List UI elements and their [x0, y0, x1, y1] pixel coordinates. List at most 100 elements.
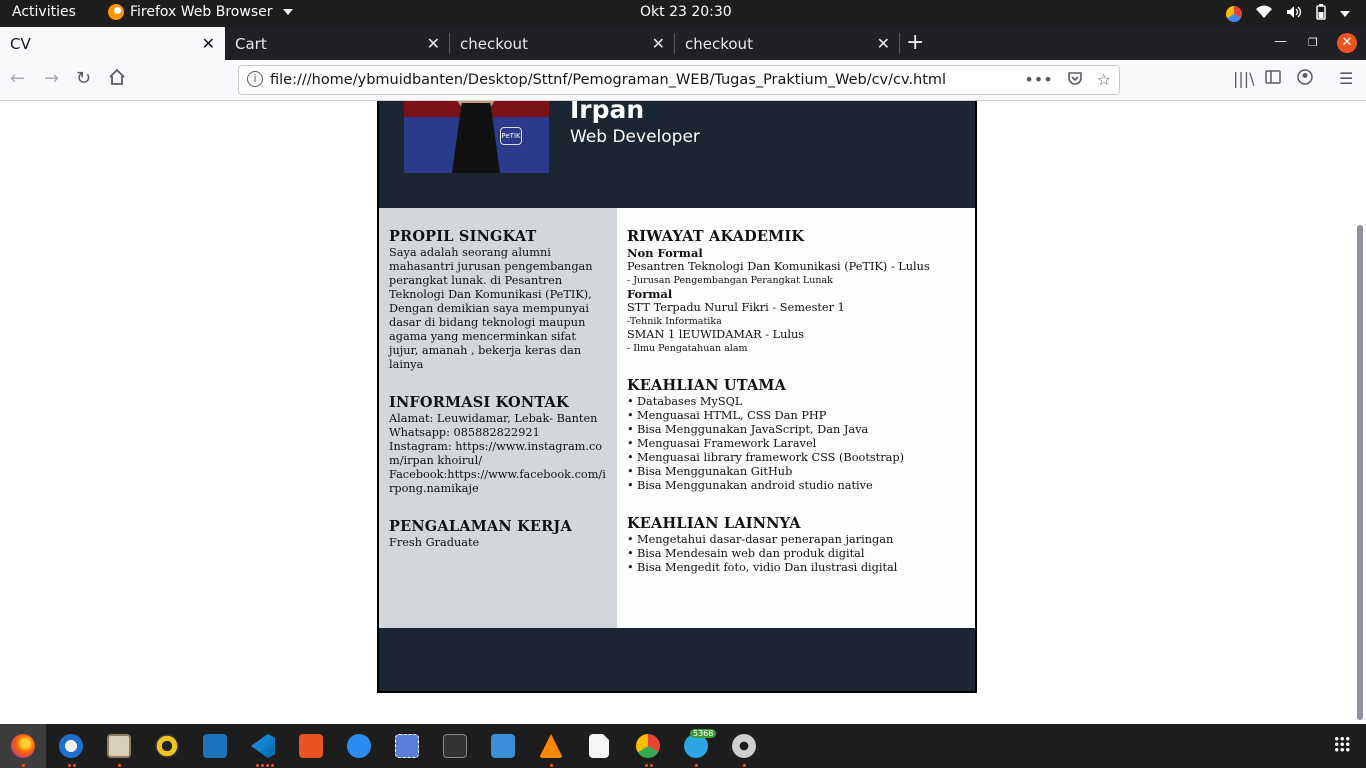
- cv-right-column: RIWAYAT AKADEMIK Non Formal Pesantren Te…: [617, 208, 975, 628]
- text-file-icon[interactable]: [589, 734, 609, 758]
- section-title: PENGALAMAN KERJA: [389, 518, 572, 535]
- experience-section: PENGALAMAN KERJA Fresh Graduate: [389, 518, 607, 550]
- list-item: Bisa Mendesain web dan produk digital: [627, 547, 965, 561]
- contact-facebook: Facebook:https://www.facebook.com/irpong…: [389, 468, 606, 495]
- show-applications-icon[interactable]: [1334, 736, 1350, 752]
- tab-cv[interactable]: CV ✕: [0, 27, 225, 60]
- running-dot: [118, 764, 121, 767]
- software-center-icon[interactable]: [299, 734, 323, 758]
- tab-cart[interactable]: Cart ✕: [225, 27, 450, 60]
- list-item: Bisa Menggunakan GitHub: [627, 465, 965, 479]
- app-menu-label: Firefox Web Browser: [130, 4, 273, 20]
- profile-text: Saya adalah seorang alumni mahasantri ju…: [389, 246, 593, 371]
- vscode-icon[interactable]: [251, 734, 275, 758]
- home-icon[interactable]: [108, 68, 126, 91]
- hamburger-menu-icon[interactable]: ☰: [1339, 69, 1353, 88]
- list-item: Mengetahui dasar-dasar penerapan jaringa…: [627, 533, 965, 547]
- account-icon[interactable]: [1297, 69, 1313, 89]
- running-dot: [261, 764, 264, 767]
- writer-icon[interactable]: [203, 734, 227, 758]
- firefox-icon[interactable]: [11, 734, 35, 758]
- cv-role: Web Developer: [570, 127, 700, 147]
- minimize-icon[interactable]: —: [1274, 34, 1287, 49]
- running-dot: [68, 764, 71, 767]
- nonformal-major: - Jurusan Pengembangan Perangkat Lunak: [627, 275, 833, 286]
- maximize-icon[interactable]: ❐: [1308, 36, 1318, 49]
- help-icon[interactable]: [347, 734, 371, 758]
- tab-title: checkout: [685, 35, 753, 53]
- volume-icon: [1286, 5, 1302, 23]
- list-item: Bisa Mengedit foto, vidio Dan ilustrasi …: [627, 561, 965, 575]
- list-item: Menguasai Framework Laravel: [627, 437, 965, 451]
- settings-icon[interactable]: [732, 734, 756, 758]
- system-tray[interactable]: [1226, 4, 1350, 24]
- site-info-icon[interactable]: i: [247, 71, 263, 87]
- running-dot: [650, 764, 653, 767]
- section-title: RIWAYAT AKADEMIK: [627, 228, 805, 245]
- library-icon[interactable]: |||\: [1233, 69, 1255, 88]
- url-bar[interactable]: i file:///home/ybmuidbanten/Desktop/Sttn…: [238, 65, 1120, 95]
- app-menu[interactable]: Firefox Web Browser: [108, 4, 293, 20]
- nonformal-label: Non Formal: [627, 246, 703, 260]
- tab-checkout-2[interactable]: checkout ✕: [675, 27, 900, 60]
- list-item: Databases MySQL: [627, 395, 965, 409]
- vlc-icon[interactable]: [539, 734, 563, 758]
- terminal-icon[interactable]: [443, 734, 467, 758]
- screenshot-icon[interactable]: [395, 734, 419, 758]
- files-icon[interactable]: [107, 734, 131, 758]
- close-icon[interactable]: ✕: [202, 34, 215, 53]
- profile-photo: PeTIK: [404, 101, 549, 173]
- new-tab-plus-icon[interactable]: +: [906, 30, 924, 55]
- activities-button[interactable]: Activities: [12, 4, 76, 20]
- running-dot: [73, 764, 76, 767]
- page-content: PeTIK Irpan Web Developer PROPIL SINGKAT…: [0, 101, 1366, 724]
- petik-logo: PeTIK: [500, 127, 522, 145]
- formal-school-2: SMAN 1 lEUWIDAMAR - Lulus: [627, 328, 805, 341]
- tab-title: checkout: [460, 35, 528, 53]
- clock[interactable]: Okt 23 20:30: [640, 4, 732, 20]
- running-dot: [271, 764, 274, 767]
- formal-school-1: STT Terpadu Nurul Fikri - Semester 1: [627, 301, 845, 314]
- section-title: PROPIL SINGKAT: [389, 228, 537, 245]
- url-text[interactable]: file:///home/ybmuidbanten/Desktop/Sttnf/…: [270, 72, 946, 88]
- tab-checkout[interactable]: checkout ✕: [450, 27, 675, 60]
- running-dot: [645, 764, 648, 767]
- list-item: Menguasai library framework CSS (Bootstr…: [627, 451, 965, 465]
- back-arrow-icon[interactable]: ←: [10, 68, 25, 89]
- formal-major-2: - Ilmu Pengatahuan alam: [627, 343, 748, 354]
- window-close-icon[interactable]: ✕: [1337, 33, 1357, 53]
- cv-footer: [379, 628, 975, 691]
- chevron-down-icon: [282, 9, 293, 15]
- running-dot: [743, 764, 746, 767]
- contact-section: INFORMASI KONTAK Alamat: Leuwidamar, Leb…: [389, 394, 607, 496]
- thunderbird-icon[interactable]: [59, 734, 83, 758]
- rhythmbox-icon[interactable]: [155, 734, 179, 758]
- browser-tab-strip: CV ✕ Cart ✕ checkout ✕ checkout ✕ + — ❐: [0, 27, 1366, 60]
- running-dot: [550, 764, 553, 767]
- chrome-recording-icon[interactable]: [1226, 6, 1242, 22]
- profile-section: PROPIL SINGKAT Saya adalah seorang alumn…: [389, 228, 607, 372]
- running-dot: [266, 764, 269, 767]
- formal-major-1: -Tehnik Informatika: [627, 316, 722, 327]
- bookmark-star-icon[interactable]: ☆: [1097, 70, 1111, 90]
- vertical-scrollbar[interactable]: [1357, 225, 1363, 720]
- firefox-icon: [108, 4, 124, 20]
- running-dot: [256, 764, 259, 767]
- close-icon[interactable]: ✕: [652, 34, 665, 53]
- system-monitor-icon[interactable]: [491, 734, 515, 758]
- pocket-icon[interactable]: [1067, 70, 1083, 90]
- forward-arrow-icon[interactable]: →: [44, 68, 59, 89]
- navigation-toolbar: ← → ↻ i file:///home/ybmuidbanten/Deskto…: [0, 60, 1366, 101]
- ubuntu-dock: 5368: [0, 724, 1366, 768]
- contact-instagram: Instagram: https://www.instagram.com/irp…: [389, 440, 603, 467]
- close-icon[interactable]: ✕: [427, 34, 440, 53]
- contact-address: Alamat: Leuwidamar, Lebak- Banten: [389, 412, 598, 425]
- page-actions-icon[interactable]: •••: [1024, 70, 1052, 90]
- list-item: Menguasai HTML, CSS Dan PHP: [627, 409, 965, 423]
- cv-header: PeTIK Irpan Web Developer: [379, 101, 975, 208]
- sidebar-icon[interactable]: [1265, 69, 1281, 88]
- close-icon[interactable]: ✕: [877, 34, 890, 53]
- reload-icon[interactable]: ↻: [76, 68, 91, 89]
- power-menu-caret[interactable]: [1340, 7, 1350, 22]
- chrome-icon[interactable]: [636, 734, 660, 758]
